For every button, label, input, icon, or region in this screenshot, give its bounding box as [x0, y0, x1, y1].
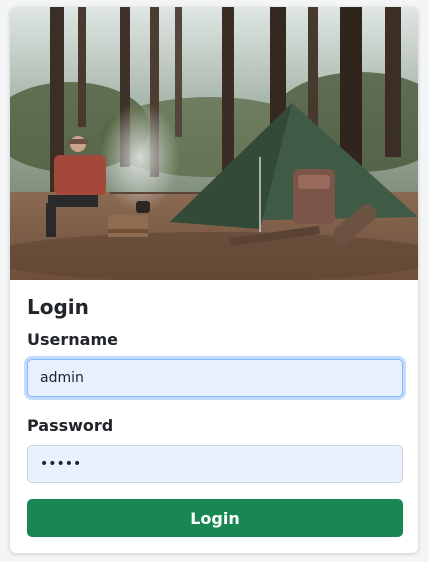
- login-card: Login Username Password Login: [10, 7, 418, 553]
- password-label: Password: [27, 416, 114, 435]
- password-input[interactable]: [27, 445, 403, 483]
- login-title: Login: [27, 295, 89, 319]
- login-form: Login Username Password Login: [27, 293, 403, 537]
- username-label: Username: [27, 330, 118, 349]
- username-input[interactable]: [27, 359, 403, 397]
- hero-image: [10, 7, 418, 280]
- login-button[interactable]: Login: [27, 499, 403, 537]
